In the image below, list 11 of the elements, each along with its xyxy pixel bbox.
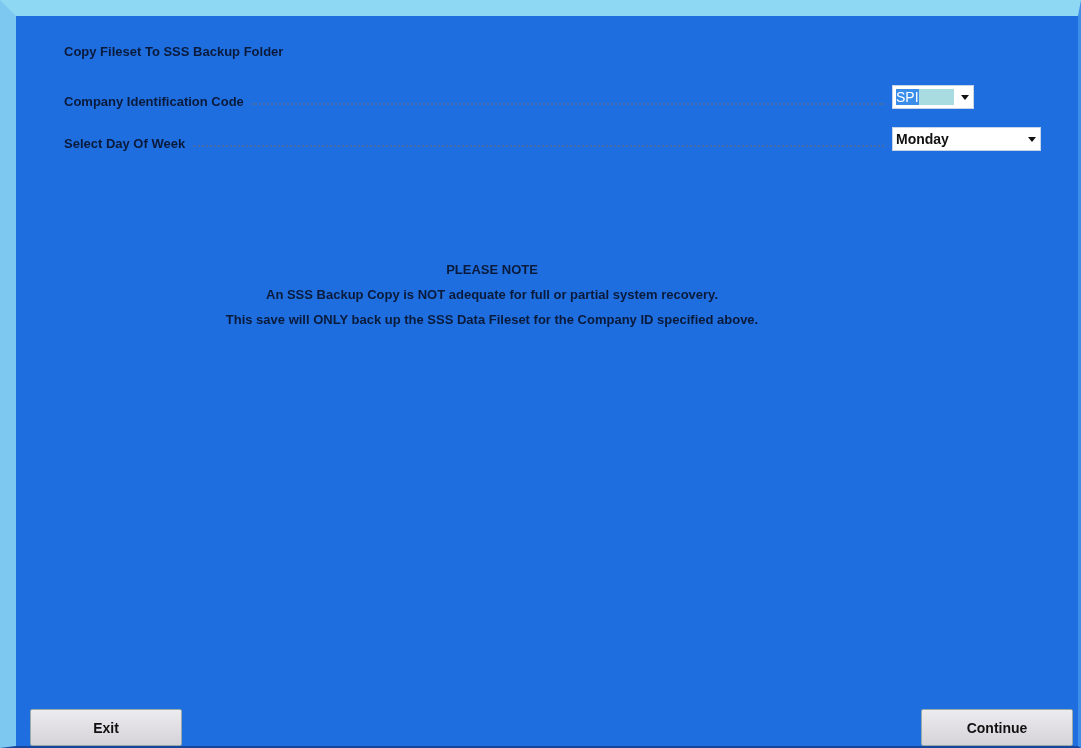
field-label: Select Day Of Week (64, 136, 186, 151)
action-button[interactable]: Exit (30, 709, 182, 746)
field-label: Company Identification Code (64, 94, 244, 109)
page-title: Copy Fileset To SSS Backup Folder (64, 44, 284, 59)
action-button[interactable]: Continue (921, 709, 1073, 746)
note-heading: PLEASE NOTE (446, 262, 538, 277)
dropdown[interactable]: Monday (892, 127, 1041, 151)
note-text: An SSS Backup Copy is NOT adequate for full or partial system recovery. (266, 287, 718, 302)
caret-icon (961, 94, 969, 100)
caret-icon (1028, 136, 1036, 142)
note-text: This save will ONLY back up the SSS Data Fileset for the Company ID specified above. (225, 312, 759, 327)
